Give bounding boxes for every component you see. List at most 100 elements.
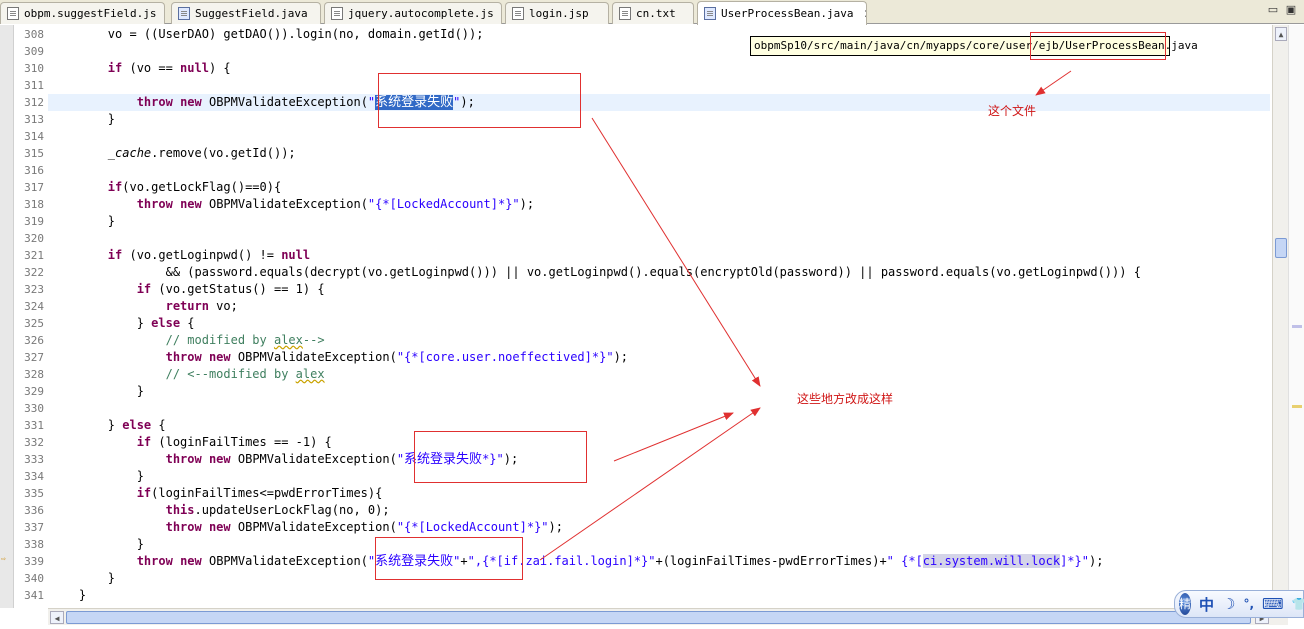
tab-suggestfield-java[interactable]: SuggestField.java (171, 2, 321, 24)
code-token: OBPMValidateException( (230, 520, 397, 534)
code-line[interactable]: } (50, 383, 144, 400)
code-line[interactable]: } (50, 536, 144, 553)
code-token: alex (295, 367, 325, 381)
line-number: 328 (24, 368, 44, 381)
code-line[interactable]: } else { (50, 417, 166, 434)
code-line[interactable]: return vo; (50, 298, 238, 315)
tab-cn-txt[interactable]: cn.txt (612, 2, 694, 24)
line-number: 319 (24, 215, 44, 228)
ime-skin-icon[interactable]: 👕 (1292, 597, 1304, 611)
line-number: 339 (24, 555, 44, 568)
line-number: 329 (24, 385, 44, 398)
code-line[interactable]: throw new OBPMValidateException("{*[core… (50, 349, 628, 366)
code-line[interactable]: this.updateUserLockFlag(no, 0); (50, 502, 390, 519)
code-line[interactable]: if (vo.getStatus() == 1) { (50, 281, 325, 298)
tab-obpm-suggestfield-js[interactable]: obpm.suggestField.js (0, 2, 165, 24)
code-line[interactable]: throw new OBPMValidateException("系统登录失败"… (50, 553, 1103, 570)
ime-halfwidth-icon[interactable]: ☽ (1222, 595, 1235, 613)
overview-ruler[interactable] (1288, 25, 1304, 608)
code-line[interactable]: } else { (50, 315, 195, 332)
code-line[interactable]: } (50, 570, 115, 587)
ime-punctuation-icon[interactable]: °, (1243, 597, 1254, 611)
ime-keyboard-icon[interactable]: ⌨ (1262, 595, 1284, 613)
code-line[interactable]: if (vo.getLoginpwd() != null (50, 247, 310, 264)
code-line[interactable]: throw new OBPMValidateException("{*[Lock… (50, 519, 563, 536)
code-line[interactable]: } (50, 213, 115, 230)
line-number: 313 (24, 113, 44, 126)
ime-logo-icon[interactable]: 精 (1179, 593, 1192, 615)
code-token: new (208, 520, 231, 534)
eclipse-editor-window: obpm.suggestField.js SuggestField.java jqu… (0, 0, 1304, 629)
code-token: "{*[LockedAccount]*}" (367, 197, 520, 211)
code-token: new (180, 197, 202, 211)
line-number: 311 (24, 79, 44, 92)
code-line[interactable]: // modified by alex--> (50, 332, 325, 349)
code-line[interactable]: vo = ((UserDAO) getDAO()).login(no, doma… (50, 26, 484, 43)
close-tab-icon[interactable]: ✕ (863, 7, 866, 21)
code-line[interactable]: && (password.equals(decrypt(vo.getLoginp… (50, 264, 1141, 281)
annotation-box-filename (1030, 32, 1166, 60)
maximize-view-button[interactable]: ▣ (1284, 3, 1298, 17)
code-line[interactable]: } (50, 468, 144, 485)
js-file-icon (331, 7, 343, 20)
code-line[interactable]: _cache.remove(vo.getId()); (50, 145, 296, 162)
tab-jquery-autocomplete-js[interactable]: jquery.autocomplete.js (324, 2, 502, 24)
ime-toolbar[interactable]: 精 中 ☽ °, ⌨ 👕 (1174, 590, 1304, 618)
code-token: (vo.getLoginpwd() != (122, 248, 282, 262)
code-token: ); (613, 350, 629, 364)
scroll-up-arrow-icon[interactable]: ▲ (1275, 27, 1287, 41)
code-line[interactable]: if (loginFailTimes == -1) { (50, 434, 332, 451)
warning-marker-icon[interactable]: ⇨ (1, 554, 12, 563)
js-file-icon (7, 7, 19, 20)
code-token: } (50, 418, 123, 432)
code-token: new (180, 554, 202, 568)
line-number: 337 (24, 521, 44, 534)
line-number: 322 (24, 266, 44, 279)
code-token: if (136, 435, 152, 449)
minimize-view-button[interactable]: ▭ (1266, 3, 1280, 17)
line-number: 312 (24, 96, 44, 109)
overview-marker[interactable] (1292, 405, 1302, 408)
code-line[interactable]: if (vo == null) { (50, 60, 231, 77)
horizontal-scroll-thumb[interactable] (66, 611, 1251, 624)
code-line[interactable]: // <--modified by alex (50, 366, 325, 383)
vertical-scroll-thumb[interactable] (1275, 238, 1287, 258)
code-editor[interactable]: ⇨ 308 309 310 311 312 313 314 315 316 317 318 319 32… (0, 25, 1272, 608)
vertical-scrollbar[interactable]: ▲ (1272, 25, 1288, 608)
code-token: // modified by (50, 333, 274, 347)
code-token: new (180, 95, 202, 109)
code-line[interactable]: throw new OBPMValidateException("{*[Lock… (50, 196, 534, 213)
annotation-change-these: 这些地方改成这样 (797, 392, 894, 406)
line-number: 338 (24, 538, 44, 551)
ime-mode-icon[interactable]: 中 (1199, 594, 1214, 615)
code-line[interactable]: if(loginFailTimes<=pwdErrorTimes){ (50, 485, 383, 502)
scroll-left-arrow-icon[interactable]: ◀ (50, 611, 64, 624)
line-number: 325 (24, 317, 44, 330)
code-token: vo = ((UserDAO) getDAO()).login(no, doma… (50, 27, 484, 41)
line-number: 333 (24, 453, 44, 466)
code-token: " (396, 452, 405, 466)
code-line[interactable]: } (50, 111, 115, 128)
tab-userprocessbean-java[interactable]: UserProcessBean.java ✕ (697, 1, 867, 25)
overview-marker[interactable] (1292, 325, 1302, 328)
code-line[interactable]: if(vo.getLockFlag()==0){ (50, 179, 281, 196)
code-token: (vo.getStatus() == 1) { (151, 282, 325, 296)
annotation-box-line-312 (378, 73, 581, 128)
code-line[interactable]: } (50, 587, 86, 604)
tab-login-jsp[interactable]: login.jsp (505, 2, 609, 24)
txt-file-icon (619, 7, 631, 20)
code-token: new (208, 350, 231, 364)
horizontal-scrollbar[interactable]: ◀ ▶ (48, 608, 1288, 625)
code-token: _cache (107, 146, 152, 160)
